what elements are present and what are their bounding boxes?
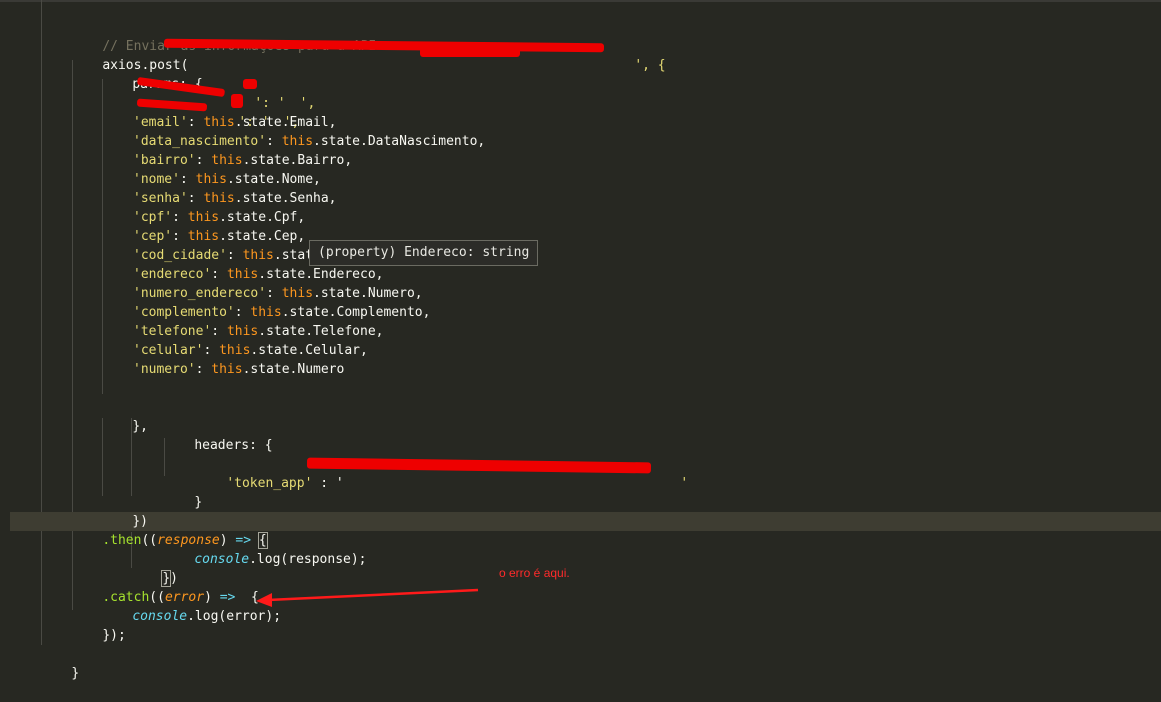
code-editor[interactable]: // Enviar as informações para a API axio… <box>0 0 1161 681</box>
annotation-arrow <box>256 588 479 607</box>
annotation-text: o erro é aqui. <box>499 566 570 580</box>
